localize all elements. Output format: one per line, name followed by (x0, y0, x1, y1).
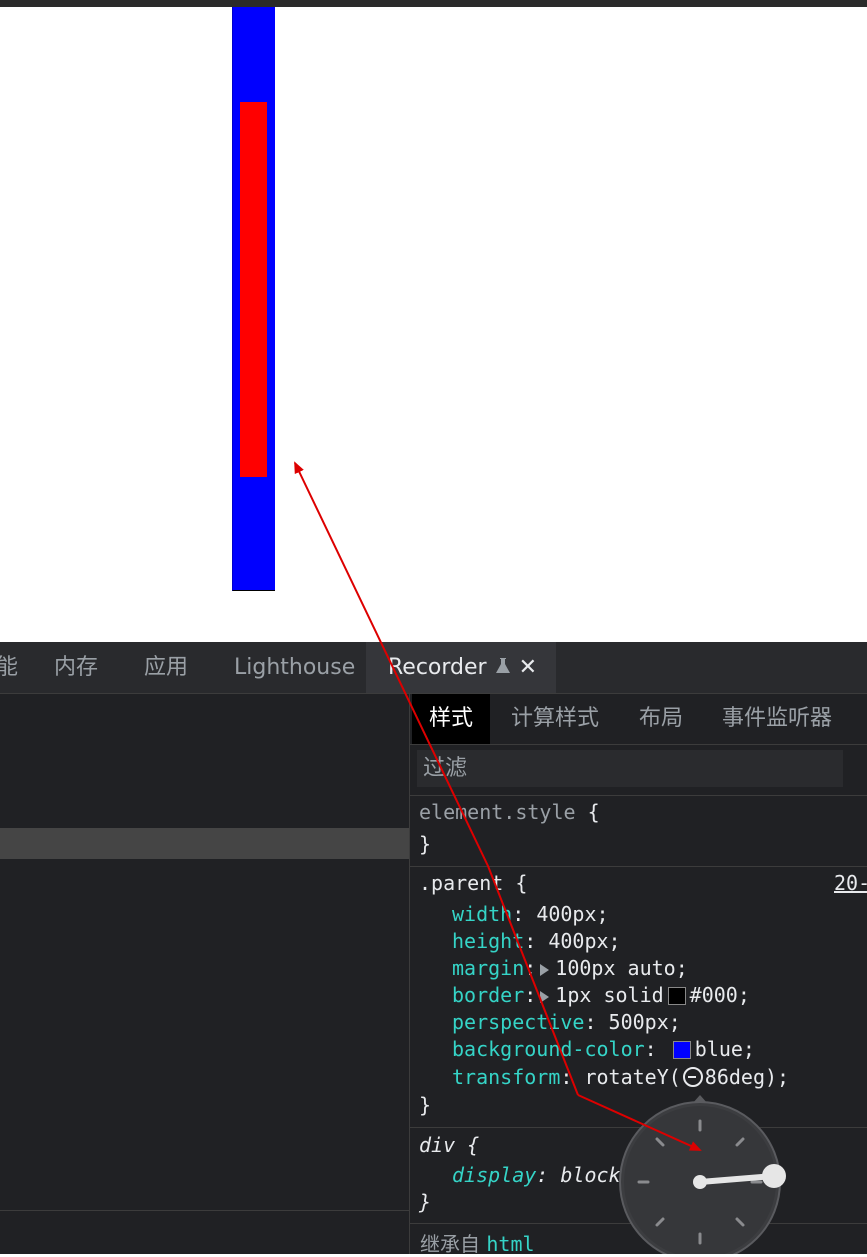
colon: : (512, 902, 525, 926)
expand-triangle-icon[interactable] (540, 990, 550, 1003)
declaration-transform[interactable]: transform: rotateY( 86deg); (452, 1064, 789, 1091)
div-rule-header: div { (419, 1132, 479, 1159)
close-brace: } (419, 1190, 432, 1214)
property-value[interactable]: 400px; (548, 929, 620, 953)
declaration-height[interactable]: height: 400px; (452, 928, 621, 955)
source-link-text[interactable]: 20- (834, 871, 867, 895)
colon: : (584, 1010, 597, 1034)
tab-performance[interactable]: 能 (0, 642, 18, 693)
element-style-selector[interactable]: element.style (419, 800, 576, 824)
inherited-text: 继承自 (420, 1232, 480, 1256)
inherited-html-tag[interactable]: html (486, 1232, 534, 1256)
open-brace: { (587, 800, 600, 824)
div-selector[interactable]: div (419, 1133, 455, 1157)
property-value-prefix[interactable]: rotateY( (584, 1065, 680, 1089)
browser-top-strip (0, 0, 867, 7)
property-name[interactable]: background-color (452, 1037, 645, 1061)
property-value[interactable]: 100px auto; (555, 956, 687, 980)
declaration-background-color[interactable]: background-color: blue; (452, 1036, 755, 1063)
color-swatch-black[interactable] (667, 986, 686, 1005)
property-value[interactable]: blue; (695, 1037, 755, 1061)
styles-pane: 样式 计算样式 布局 事件监听器 过滤 element.style { } .p… (410, 694, 867, 1257)
tab-recorder-label: Recorder (388, 655, 487, 680)
tab-computed[interactable]: 计算样式 (511, 694, 599, 744)
parent-source-link[interactable]: 20- (834, 870, 867, 897)
property-value[interactable]: #000; (690, 983, 750, 1007)
property-name[interactable]: border (452, 983, 524, 1007)
declaration-perspective[interactable]: perspective: 500px; (452, 1009, 681, 1036)
selected-tree-row[interactable] (0, 828, 409, 859)
property-name[interactable]: height (452, 929, 524, 953)
property-value[interactable]: block (560, 1163, 620, 1187)
property-value[interactable]: 500px; (609, 1010, 681, 1034)
parent-rule-header: .parent { (419, 870, 527, 897)
property-value-prefix[interactable]: 1px solid (555, 983, 663, 1007)
styles-subtabs: 样式 计算样式 布局 事件监听器 (410, 694, 867, 745)
rule-divider (410, 866, 867, 867)
declaration-margin[interactable]: margin: 100px auto; (452, 955, 688, 982)
colon: : (524, 983, 537, 1007)
tab-application[interactable]: 应用 (144, 642, 188, 693)
declaration-width[interactable]: width: 400px; (452, 901, 609, 928)
tab-recorder[interactable]: Recorder ✕ (366, 642, 556, 693)
rule-divider (410, 795, 867, 796)
open-brace: { (467, 1133, 480, 1157)
colon: : (644, 1037, 657, 1061)
close-brace: } (419, 832, 432, 856)
filter-input[interactable]: 过滤 (417, 750, 843, 787)
close-icon[interactable]: ✕ (519, 655, 537, 680)
element-style-rule-header: element.style { (419, 799, 600, 826)
property-value[interactable]: 400px; (536, 902, 608, 926)
child-box (240, 102, 267, 477)
property-value[interactable]: 86deg); (705, 1065, 789, 1089)
colon: : (560, 1065, 573, 1089)
property-name[interactable]: transform (452, 1065, 560, 1089)
rule-divider (410, 1127, 867, 1128)
declaration-border[interactable]: border: 1px solid #000; (452, 982, 750, 1009)
elements-tree-pane (0, 694, 410, 1254)
pane-divider (0, 1210, 409, 1211)
property-name[interactable]: display (452, 1163, 536, 1187)
devtools-tabbar: 能 内存 应用 Lighthouse Recorder ✕ (0, 642, 867, 694)
open-brace: { (515, 871, 528, 895)
tab-lighthouse[interactable]: Lighthouse (234, 642, 355, 693)
tab-styles[interactable]: 样式 (412, 694, 491, 744)
close-brace: } (419, 1093, 432, 1117)
devtools-panel: 能 内存 应用 Lighthouse Recorder ✕ 样式 计算样式 布局 … (0, 642, 867, 1257)
tab-event-listeners[interactable]: 事件监听器 (722, 694, 832, 744)
flask-icon (495, 643, 511, 694)
declaration-display[interactable]: display: block (452, 1162, 621, 1189)
tab-memory[interactable]: 内存 (54, 642, 98, 693)
rule-divider (410, 1223, 867, 1224)
property-name[interactable]: width (452, 902, 512, 926)
colon: : (524, 956, 537, 980)
tab-layout[interactable]: 布局 (639, 694, 683, 744)
color-swatch-blue[interactable] (672, 1040, 691, 1059)
parent-selector[interactable]: .parent (419, 871, 503, 895)
inherited-from-label: 继承自 html (420, 1228, 535, 1257)
angle-clock-icon[interactable] (682, 1067, 703, 1087)
page-viewport (0, 7, 867, 642)
expand-triangle-icon[interactable] (540, 963, 550, 976)
property-name[interactable]: margin (452, 956, 524, 980)
property-name[interactable]: perspective (452, 1010, 584, 1034)
colon: : (524, 929, 537, 953)
colon: : (536, 1163, 549, 1187)
